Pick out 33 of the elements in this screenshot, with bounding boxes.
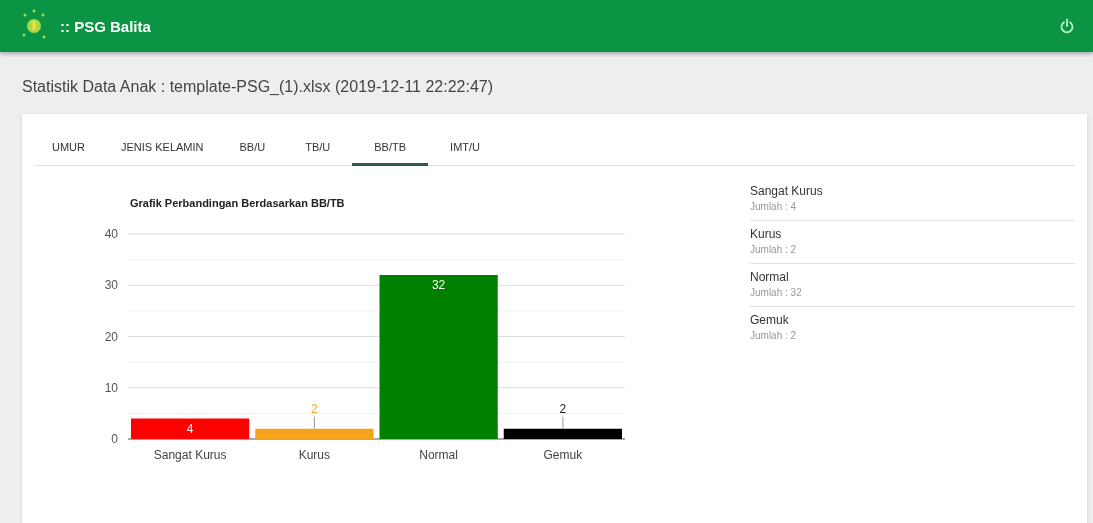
category-count: Jumlah : 2 xyxy=(750,330,798,341)
x-axis-label: Sangat Kurus xyxy=(153,448,227,462)
leader-line xyxy=(562,416,564,430)
power-icon[interactable] xyxy=(1059,18,1075,34)
category-count: Jumlah : 2 xyxy=(750,244,798,255)
category-name: Normal xyxy=(750,270,790,284)
value-label: 2 xyxy=(559,401,567,416)
value-label: 32 xyxy=(431,278,446,292)
category-name: Sangat Kurus xyxy=(750,184,824,198)
chart-title: Grafik Perbandingan Berdasarkan BB/TB xyxy=(130,197,345,209)
tab[interactable]: TB/U xyxy=(283,129,353,166)
page-title: Statistik Data Anak : template-PSG_(1).xlsx (2019-12-11 22:22:47) xyxy=(22,78,494,96)
app-title: :: PSG Balita xyxy=(60,17,152,35)
leader-line xyxy=(313,416,315,430)
tab[interactable]: IMT/U xyxy=(428,129,503,166)
category-name: Gemuk xyxy=(750,313,790,327)
tab[interactable]: UMUR xyxy=(34,129,103,166)
category-count: Jumlah : 32 xyxy=(750,287,803,298)
tab[interactable]: JENIS KELAMIN xyxy=(103,129,222,166)
y-tick-label: 10 xyxy=(104,380,118,395)
x-axis-label: Kurus xyxy=(298,448,331,462)
x-axis-label: Gemuk xyxy=(543,448,583,462)
y-tick-label: 30 xyxy=(104,278,118,293)
tab[interactable]: BB/U xyxy=(221,129,284,166)
x-axis-label: Normal xyxy=(419,448,458,462)
tab[interactable]: BB/TB xyxy=(352,129,429,166)
y-tick-label: 40 xyxy=(104,227,118,241)
y-tick-label: 0 xyxy=(111,432,118,446)
value-label: 4 xyxy=(186,421,194,436)
category-name: Kurus xyxy=(750,227,783,241)
category-count: Jumlah : 4 xyxy=(750,201,798,212)
y-tick-label: 20 xyxy=(104,329,118,344)
value-label: 2 xyxy=(311,401,318,416)
